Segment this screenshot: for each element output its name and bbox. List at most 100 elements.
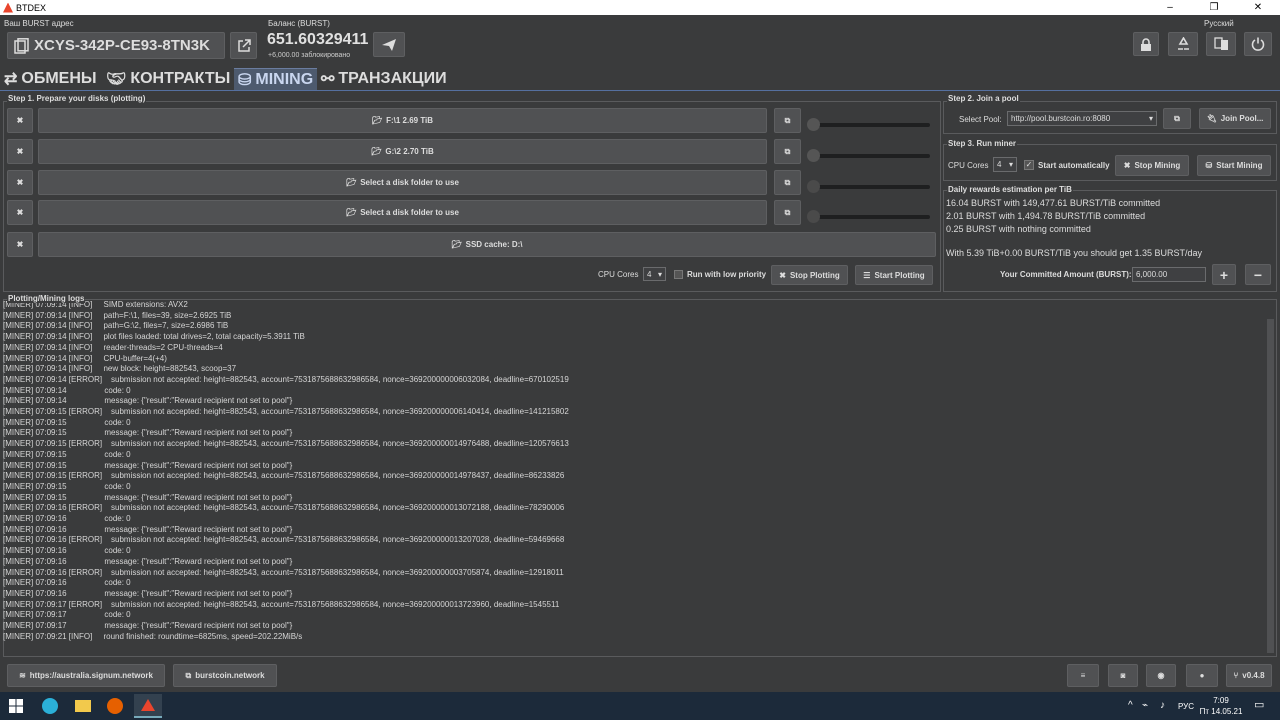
- tab-exchanges[interactable]: ⇄ ОБМЕНЫ: [4, 68, 97, 90]
- signum-button[interactable]: ≡: [1067, 664, 1099, 687]
- open-disk-button[interactable]: ⧉: [774, 139, 801, 164]
- signum-icon: ≡: [1080, 671, 1086, 680]
- slider-knob[interactable]: [807, 180, 820, 193]
- remove-disk-button[interactable]: ✖: [7, 139, 33, 164]
- committed-amount-value: 6,000.00: [1136, 270, 1168, 279]
- pool-select[interactable]: http://pool.burstcoin.ro:8080 ▾: [1007, 111, 1157, 126]
- open-disk-button[interactable]: ⧉: [774, 108, 801, 133]
- external-link-icon: ⧉: [784, 207, 791, 217]
- volume-icon[interactable]: ♪: [1160, 700, 1165, 711]
- log-line: [MINER] 07:09:14 [INFO] path=F:\1, files…: [3, 310, 232, 320]
- disk-usage-slider[interactable]: [807, 118, 930, 131]
- maximize-button[interactable]: ❐: [1192, 0, 1236, 15]
- site-label: burstcoin.network: [195, 671, 265, 680]
- slider-knob[interactable]: [807, 149, 820, 162]
- stop-plotting-button[interactable]: ✖ Stop Plotting: [771, 265, 848, 285]
- remove-disk-button[interactable]: ✖: [7, 108, 33, 133]
- lock-button[interactable]: [1133, 32, 1159, 56]
- join-pool-button[interactable]: 🔌︎ Join Pool...: [1199, 108, 1271, 129]
- keyboard-language[interactable]: РУС: [1178, 702, 1194, 711]
- branch-icon: ⑂: [1233, 671, 1239, 680]
- clock[interactable]: 7:09 Пт 14.05.21: [1198, 695, 1244, 717]
- log-scrollbar[interactable]: [1266, 305, 1275, 654]
- close-button[interactable]: ✕: [1236, 0, 1280, 15]
- start-plotting-button[interactable]: ☰ Start Plotting: [855, 265, 933, 285]
- reddit-button[interactable]: ◉: [1146, 664, 1176, 687]
- tab-mining[interactable]: ⛁ MINING: [234, 68, 318, 90]
- log-scrollbar-thumb[interactable]: [1267, 319, 1274, 653]
- copy-address-button[interactable]: XCYS-342P-CE93-8TN3K: [7, 32, 225, 59]
- site-button[interactable]: ⧉ burstcoin.network: [173, 664, 277, 687]
- explorer-taskbar-button[interactable]: [71, 694, 95, 718]
- disk-folder-label: G:\2 2.70 TiB: [385, 147, 434, 156]
- disk-folder-button[interactable]: 📂︎ Select a disk folder to use: [38, 170, 767, 195]
- discord-button[interactable]: ◙: [1108, 664, 1138, 687]
- committed-amount-input[interactable]: 6,000.00: [1132, 267, 1206, 282]
- log-line: [MINER] 07:09:14 [INFO] path=G:\2, files…: [3, 321, 229, 331]
- open-pool-button[interactable]: ⧉: [1163, 108, 1191, 129]
- translate-button[interactable]: [1206, 32, 1236, 56]
- send-button[interactable]: [373, 32, 405, 57]
- close-icon: ✖: [779, 270, 786, 280]
- firefox-taskbar-button[interactable]: [103, 694, 127, 718]
- disk-folder-label: Select a disk folder to use: [360, 178, 459, 187]
- disk-folder-label: F:\1 2.69 TiB: [386, 116, 434, 125]
- address-label: Ваш BURST адрес: [4, 19, 74, 28]
- plot-cpu-select[interactable]: 4 ▾: [643, 267, 666, 281]
- recycle-button[interactable]: [1168, 32, 1198, 56]
- stop-mining-button[interactable]: ✖ Stop Mining: [1115, 155, 1189, 176]
- log-line: [MINER] 07:09:14 [INFO] SIMD extensions:…: [3, 300, 188, 309]
- remove-ssd-button[interactable]: ✖: [7, 232, 33, 257]
- network-icon[interactable]: ⌁: [1142, 700, 1148, 711]
- disk-folder-button[interactable]: 📂︎ F:\1 2.69 TiB: [38, 108, 767, 133]
- disk-folder-button[interactable]: 📂︎ G:\2 2.70 TiB: [38, 139, 767, 164]
- slider-knob[interactable]: [807, 210, 820, 223]
- disk-folder-button[interactable]: 📂︎ Select a disk folder to use: [38, 200, 767, 225]
- remove-disk-button[interactable]: ✖: [7, 170, 33, 195]
- clock-time: 7:09: [1213, 696, 1229, 705]
- open-address-button[interactable]: [230, 32, 257, 59]
- low-priority-checkbox[interactable]: [674, 270, 683, 279]
- log-line: [MINER] 07:09:15 code: 0: [3, 481, 131, 491]
- open-disk-button[interactable]: ⧉: [774, 200, 801, 225]
- recycle-icon: [1177, 37, 1189, 50]
- external-link-icon: ⧉: [185, 670, 192, 680]
- drive-icon: ⛁: [238, 71, 252, 89]
- log-line: [MINER] 07:09:15 message: {"result":"Rew…: [3, 428, 293, 438]
- disk-usage-slider[interactable]: [807, 149, 930, 162]
- slider-knob[interactable]: [807, 118, 820, 131]
- log-line: [MINER] 07:09:15 code: 0: [3, 417, 131, 427]
- tab-mining-label: MINING: [255, 70, 314, 88]
- plug-icon: 🔌︎: [1206, 114, 1217, 123]
- clock-date: Пт 14.05.21: [1199, 707, 1243, 716]
- btdex-taskbar-button[interactable]: [134, 694, 162, 718]
- tab-transactions[interactable]: ⚯ ТРАНЗАКЦИИ: [321, 68, 447, 90]
- minimize-button[interactable]: –: [1148, 0, 1192, 15]
- notifications-icon[interactable]: ▭: [1254, 698, 1264, 711]
- external-link-icon: [237, 38, 251, 52]
- add-commitment-button[interactable]: +: [1212, 264, 1236, 285]
- close-icon: ✖: [16, 208, 24, 217]
- power-button[interactable]: [1244, 32, 1272, 56]
- ssd-cache-button[interactable]: 📂︎ SSD cache: D:\: [38, 232, 936, 257]
- mine-cpu-value: 4: [997, 160, 1002, 169]
- tray-chevron-icon[interactable]: ^: [1128, 700, 1133, 711]
- close-icon: ✖: [1123, 161, 1131, 170]
- rewards-title: Daily rewards estimation per TiB: [947, 185, 1073, 194]
- disk-usage-slider[interactable]: [807, 180, 930, 193]
- start-mining-button[interactable]: ⛁ Start Mining: [1197, 155, 1271, 176]
- edge-taskbar-button[interactable]: [38, 694, 62, 718]
- disk-usage-slider[interactable]: [807, 210, 930, 223]
- node-button[interactable]: ≋ https://australia.signum.network: [7, 664, 165, 687]
- auto-start-checkbox[interactable]: ✓: [1024, 160, 1034, 170]
- language-select[interactable]: Русский: [1204, 19, 1234, 28]
- remove-disk-button[interactable]: ✖: [7, 200, 33, 225]
- start-button[interactable]: [4, 694, 28, 718]
- tab-contracts[interactable]: 🤝︎ КОНТРАКТЫ: [106, 68, 230, 90]
- github-button[interactable]: ●: [1186, 664, 1218, 687]
- version-button[interactable]: ⑂ v0.4.8: [1226, 664, 1272, 687]
- mine-cpu-select[interactable]: 4 ▾: [993, 157, 1017, 172]
- open-disk-button[interactable]: ⧉: [774, 170, 801, 195]
- remove-commitment-button[interactable]: −: [1245, 264, 1271, 285]
- lock-icon: [1141, 37, 1151, 51]
